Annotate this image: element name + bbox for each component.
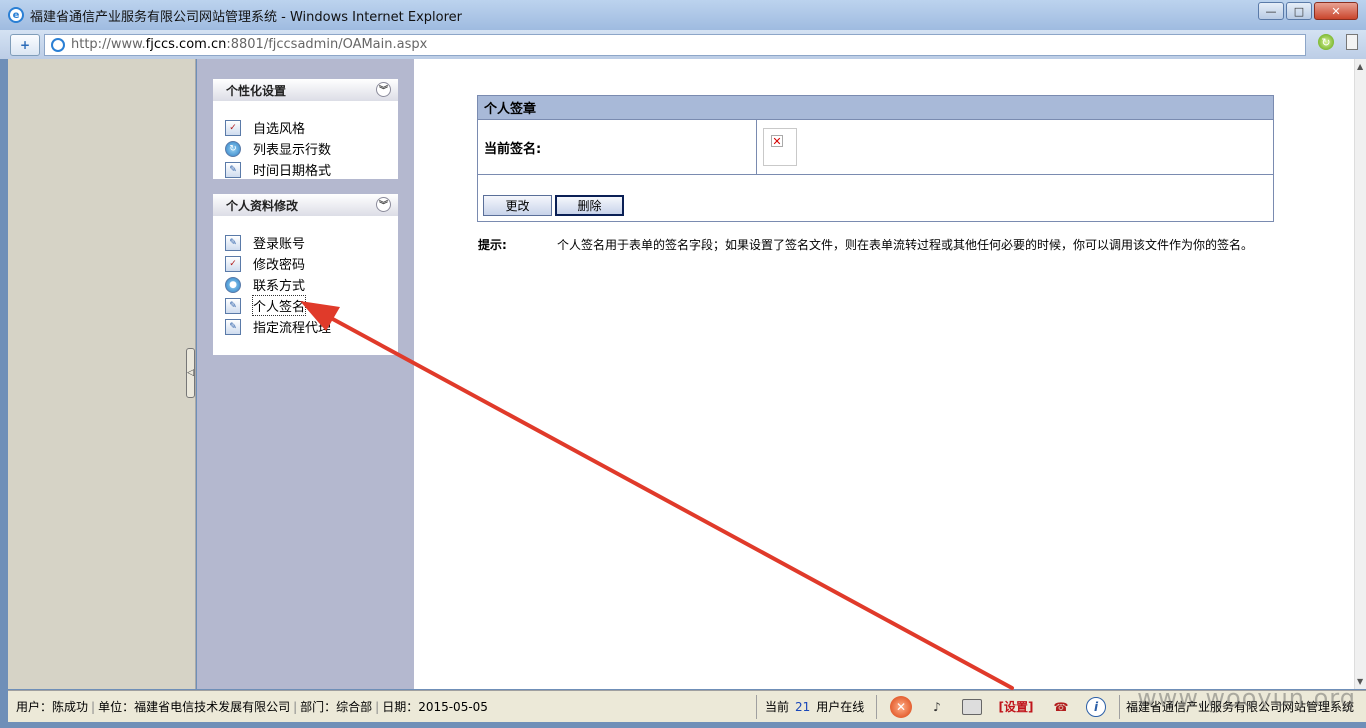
panel-title: 个性化设置 xyxy=(226,83,287,98)
status-user: 用户：陈成功 xyxy=(16,700,89,714)
online-suffix: 用户在线 xyxy=(816,700,865,714)
menu-item-label: 指定流程代理 xyxy=(253,321,332,336)
menu-item-label: 联系方式 xyxy=(253,279,306,294)
printer-icon[interactable] xyxy=(962,698,982,715)
url-host: fjccs.com.cn xyxy=(145,37,227,52)
menu-item-label: 时间日期格式 xyxy=(253,164,332,179)
panel-title: 个人资料修改 xyxy=(226,198,299,213)
globe-icon: ● xyxy=(225,276,241,293)
online-count: 21 xyxy=(795,699,811,714)
panel-personalization: 个性化设置 ︾ ✓ 自选风格 ↻ 列表显示行数 ✎ 时间日期格式 xyxy=(213,79,398,179)
checklist-icon: ✓ xyxy=(225,119,241,136)
signature-table: 个人签章 当前签名: ✕ 更改 删除 xyxy=(477,95,1274,222)
window-title: 福建省通信产业服务有限公司网站管理系统 - Windows Internet E… xyxy=(30,9,462,25)
menu-item-personal-signature[interactable]: ✎ 个人签名 xyxy=(225,295,398,316)
status-unit: 单位：福建省电信技术发展有限公司 xyxy=(98,700,291,714)
frame-splitter-handle[interactable]: ◁ xyxy=(186,348,195,398)
current-signature-label: 当前签名: xyxy=(478,120,757,174)
status-online: 当前 21 用户在线 xyxy=(756,694,876,719)
online-prefix: 当前 xyxy=(765,700,790,714)
panel-header[interactable]: 个性化设置 ︾ xyxy=(213,79,398,101)
page-favicon-icon xyxy=(51,37,65,52)
menu-item-change-password[interactable]: ✓ 修改密码 xyxy=(225,253,398,274)
edit-icon: ✎ xyxy=(225,161,241,178)
window-title-bar: e 福建省通信产业服务有限公司网站管理系统 - Windows Internet… xyxy=(0,0,1366,30)
edit-icon: ✎ xyxy=(225,297,241,314)
menu-item-contact[interactable]: ● 联系方式 xyxy=(225,274,398,295)
delete-button[interactable]: 删除 xyxy=(555,195,624,216)
status-company: 福建省通信产业服务有限公司网站管理系统 xyxy=(1119,694,1366,719)
page-icon[interactable] xyxy=(1346,34,1358,50)
change-button[interactable]: 更改 xyxy=(483,195,552,216)
window-controls: — □ ✕ xyxy=(1258,2,1358,20)
url-prefix: http://www. xyxy=(71,37,146,52)
signature-actions: 更改 删除 xyxy=(478,175,1273,221)
hint-text: 个人签名用于表单的签名字段；如果设置了签名文件，则在表单流转过程或其他任何必要的… xyxy=(557,238,1254,252)
hint-label: 提示: xyxy=(478,238,507,252)
minimize-button[interactable]: — xyxy=(1258,2,1284,20)
current-signature-value: ✕ xyxy=(757,120,1273,174)
address-bar: + http://www. fjccs.com.cn:8801/fjccsadmi… xyxy=(0,30,1366,59)
signature-image: ✕ xyxy=(763,128,797,166)
users-icon[interactable]: ☎ xyxy=(1050,696,1072,718)
menu-item-label: 修改密码 xyxy=(253,258,306,273)
menu-item-label: 自选风格 xyxy=(253,122,306,137)
menu-item-label: 列表显示行数 xyxy=(253,143,332,158)
settings-button[interactable]: [设置] xyxy=(996,696,1036,718)
menu-item-label: 登录账号 xyxy=(253,237,306,252)
new-tab-dropdown-button[interactable]: + xyxy=(10,33,40,56)
maximize-button[interactable]: □ xyxy=(1286,2,1312,20)
edit-icon: ✎ xyxy=(225,234,241,251)
scroll-down-icon[interactable]: ▼ xyxy=(1357,677,1363,686)
menu-item-login-account[interactable]: ✎ 登录账号 xyxy=(225,232,398,253)
collapse-icon[interactable]: ︾ xyxy=(376,82,391,97)
status-dept: 部门：综合部 xyxy=(300,700,373,714)
menu-item-datetime-format[interactable]: ✎ 时间日期格式 xyxy=(225,159,398,180)
collapse-icon[interactable]: ︾ xyxy=(376,197,391,212)
status-bar: 用户：陈成功 | 单位：福建省电信技术发展有限公司 | 部门：综合部 | 日期：201… xyxy=(8,690,1366,722)
menu-item-list-rows[interactable]: ↻ 列表显示行数 xyxy=(225,138,398,159)
hint: 提示: 个人签名用于表单的签名字段；如果设置了签名文件，则在表单流转过程或其他任… xyxy=(478,236,1328,253)
status-date: 日期：2015-05-05 xyxy=(382,700,488,714)
url-suffix: :8801/fjccsadmin/OAMain.aspx xyxy=(226,37,428,52)
edit-icon: ✎ xyxy=(225,318,241,335)
url-field[interactable]: http://www. fjccs.com.cn:8801/fjccsadmin/… xyxy=(44,33,1306,56)
content-frame: 个人签章 当前签名: ✕ 更改 删除 提示: 个人签名用于表单的签名字段；如果设… xyxy=(414,59,1354,689)
status-toolbar: ✕ ♪ [设置] ☎ i xyxy=(876,694,1119,719)
menu-column: 个性化设置 ︾ ✓ 自选风格 ↻ 列表显示行数 ✎ 时间日期格式 个人资料修改 … xyxy=(197,59,414,689)
status-user-info: 用户：陈成功 | 单位：福建省电信技术发展有限公司 | 部门：综合部 | 日期：201… xyxy=(16,699,488,715)
list-count-icon: ↻ xyxy=(225,140,241,157)
content-scrollbar[interactable]: ▲ ▼ xyxy=(1354,59,1366,689)
checklist-icon: ✓ xyxy=(225,255,241,272)
signature-table-header: 个人签章 xyxy=(478,96,1273,120)
menu-item-custom-style[interactable]: ✓ 自选风格 xyxy=(225,117,398,138)
current-signature-row: 当前签名: ✕ xyxy=(478,120,1273,175)
info-icon[interactable]: i xyxy=(1086,696,1106,717)
broken-image-icon: ✕ xyxy=(771,134,783,148)
panel-profile: 个人资料修改 ︾ ✎ 登录账号 ✓ 修改密码 ● 联系方式 ✎ 个人签名 ✎ 指… xyxy=(213,194,398,355)
menu-item-label: 个人签名 xyxy=(251,295,307,316)
exit-icon[interactable]: ✕ xyxy=(890,695,912,718)
ie-logo-icon: e xyxy=(8,7,24,23)
close-button[interactable]: ✕ xyxy=(1314,2,1358,20)
refresh-icon[interactable]: ↻ xyxy=(1318,34,1334,50)
left-frame xyxy=(8,59,196,689)
panel-header[interactable]: 个人资料修改 ︾ xyxy=(213,194,398,216)
music-icon[interactable]: ♪ xyxy=(926,696,948,718)
menu-item-workflow-proxy[interactable]: ✎ 指定流程代理 xyxy=(225,316,398,337)
scroll-up-icon[interactable]: ▲ xyxy=(1357,62,1363,71)
